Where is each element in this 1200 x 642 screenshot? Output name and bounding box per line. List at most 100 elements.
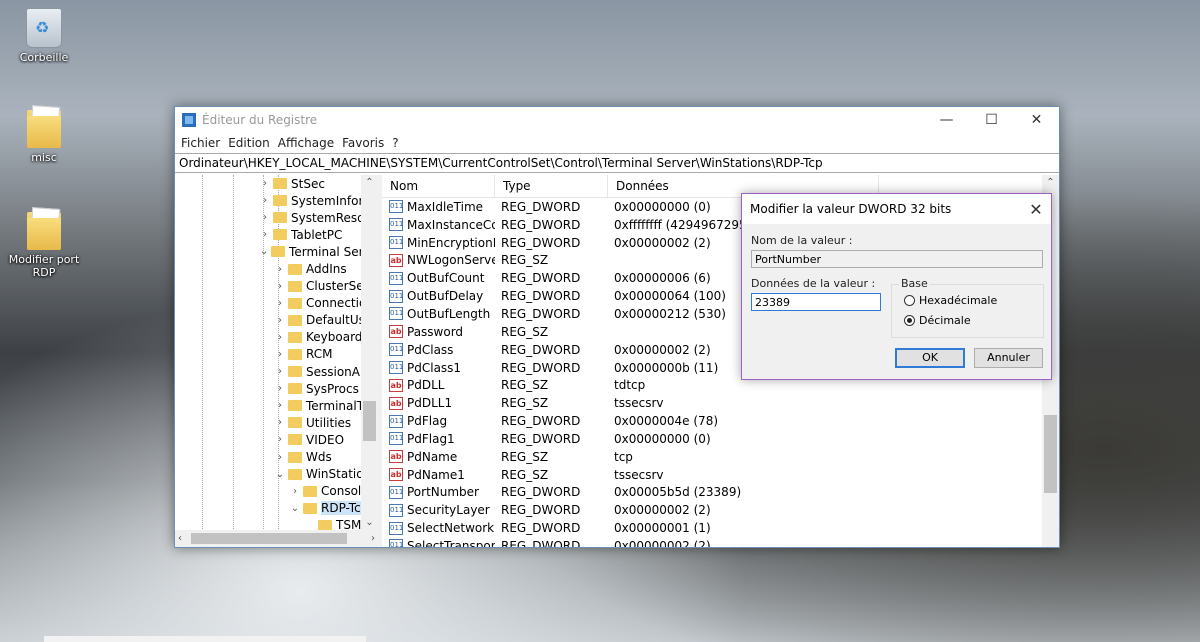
chevron-right-icon[interactable]: ›: [259, 178, 271, 189]
chevron-down-icon[interactable]: ⌄: [259, 246, 269, 257]
dialog-close-button[interactable]: ✕: [1021, 200, 1051, 219]
chevron-right-icon[interactable]: ›: [274, 383, 286, 394]
tree-item[interactable]: › Console: [175, 483, 378, 500]
radio-hexadecimal[interactable]: Hexadécimale: [904, 294, 997, 307]
column-header-type[interactable]: Type: [495, 175, 608, 197]
tree-item[interactable]: › AddIns: [175, 260, 378, 277]
tree-item-label: StSec: [291, 176, 325, 191]
menu-favoris[interactable]: Favoris: [338, 136, 388, 150]
tree-item[interactable]: ⌄ RDP-Tcp: [175, 500, 378, 517]
chevron-right-icon[interactable]: ›: [259, 195, 271, 206]
chevron-right-icon[interactable]: ›: [274, 298, 286, 309]
dialog-title-bar[interactable]: Modifier la valeur DWORD 32 bits ✕: [742, 194, 1051, 224]
chevron-right-icon[interactable]: ›: [259, 212, 271, 223]
list-item[interactable]: ab PdDLL1 REG_SZ tssecsrv: [382, 394, 1059, 412]
menu-affichage[interactable]: Affichage: [274, 136, 338, 150]
close-button[interactable]: ✕: [1014, 107, 1059, 133]
list-item[interactable]: ab PdName1 REG_SZ tssecsrv: [382, 466, 1059, 484]
tree-item[interactable]: ⌄ Terminal Serve: [175, 243, 378, 260]
column-header-name[interactable]: Nom: [382, 175, 495, 197]
scrollbar-thumb[interactable]: [1044, 415, 1057, 493]
desktop-icon-misc[interactable]: misc: [4, 110, 84, 164]
folder-icon: [27, 212, 61, 250]
desktop-icon-modifier-port-rdp[interactable]: Modifier port RDP: [4, 212, 84, 279]
scrollbar-thumb[interactable]: [191, 533, 347, 544]
ok-button[interactable]: OK: [895, 348, 965, 368]
value-name: NWLogonServer: [407, 253, 495, 268]
title-bar[interactable]: Éditeur du Registre — ☐ ✕: [175, 107, 1059, 133]
chevron-right-icon[interactable]: ›: [274, 332, 286, 343]
tree-item[interactable]: › ClusterSetti: [175, 278, 378, 295]
tree-item[interactable]: › SystemInform: [175, 192, 378, 209]
scroll-up-icon[interactable]: ⌃: [361, 177, 378, 188]
list-item[interactable]: 011 SelectTransport REG_DWORD 0x00000002 (2…: [382, 537, 1059, 547]
tree-item[interactable]: › StSec: [175, 175, 378, 192]
chevron-right-icon[interactable]: ›: [274, 434, 286, 445]
tree-item[interactable]: › Connection: [175, 295, 378, 312]
binary-value-icon: 011: [389, 414, 403, 428]
menu-fichier[interactable]: Fichier: [177, 136, 224, 150]
list-item[interactable]: 011 SecurityLayer REG_DWORD 0x00000002 (2): [382, 501, 1059, 519]
tree-item[interactable]: › Utilities: [175, 414, 378, 431]
maximize-button[interactable]: ☐: [969, 107, 1014, 133]
tree-item[interactable]: › TerminalTy: [175, 397, 378, 414]
value-data: 0x00000064 (100): [614, 289, 726, 304]
tree-item[interactable]: › SessionArb: [175, 363, 378, 380]
chevron-down-icon[interactable]: ⌄: [274, 469, 286, 480]
list-item[interactable]: 011 PdFlag REG_DWORD 0x0000004e (78): [382, 412, 1059, 430]
chevron-right-icon[interactable]: ›: [289, 486, 301, 497]
folder-icon: [288, 451, 302, 463]
tree-vertical-scrollbar[interactable]: ⌃ ⌄: [361, 175, 378, 530]
edit-dword-dialog: Modifier la valeur DWORD 32 bits ✕ Nom d…: [741, 193, 1052, 380]
list-item[interactable]: 011 PdFlag1 REG_DWORD 0x00000000 (0): [382, 430, 1059, 448]
scroll-up-icon[interactable]: ⌃: [1042, 177, 1059, 188]
chevron-right-icon[interactable]: ›: [259, 229, 271, 240]
list-item[interactable]: 011 PortNumber REG_DWORD 0x00005b5d (23389): [382, 484, 1059, 502]
tree-item[interactable]: › SysProcs: [175, 380, 378, 397]
tree-item[interactable]: › DefaultUser: [175, 312, 378, 329]
chevron-right-icon[interactable]: ›: [274, 315, 286, 326]
desktop-icon-label: Corbeille: [19, 51, 69, 64]
tree-item[interactable]: › VIDEO: [175, 431, 378, 448]
value-data: 0x00000000 (0): [614, 431, 711, 446]
value-name: PdName1: [407, 467, 465, 482]
menu-help[interactable]: ?: [388, 136, 402, 150]
list-item[interactable]: ab PdName REG_SZ tcp: [382, 448, 1059, 466]
tree-item-label: RCM: [306, 347, 333, 362]
tree-item[interactable]: › RCM: [175, 346, 378, 363]
binary-value-icon: 011: [389, 200, 403, 214]
folder-icon: [288, 263, 302, 275]
tree-horizontal-scrollbar[interactable]: ‹ ›: [175, 530, 378, 547]
address-bar[interactable]: Ordinateur\HKEY_LOCAL_MACHINE\SYSTEM\Cur…: [175, 153, 1059, 173]
value-data-input[interactable]: 23389: [751, 293, 881, 311]
scroll-right-icon[interactable]: ›: [371, 533, 375, 544]
chevron-right-icon[interactable]: ›: [274, 349, 286, 360]
tree-item[interactable]: › KeyboardTy: [175, 329, 378, 346]
cancel-button[interactable]: Annuler: [974, 348, 1043, 368]
chevron-right-icon[interactable]: ›: [274, 417, 286, 428]
value-type: REG_SZ: [501, 378, 549, 393]
chevron-right-icon[interactable]: ›: [274, 281, 286, 292]
chevron-down-icon[interactable]: ⌄: [289, 503, 301, 514]
radio-hexadecimal-label: Hexadécimale: [919, 294, 998, 307]
chevron-right-icon[interactable]: ›: [274, 452, 286, 463]
value-data: 0x00000002 (2): [614, 503, 711, 518]
value-name: PdFlag1: [407, 431, 455, 446]
minimize-button[interactable]: —: [924, 107, 969, 133]
menu-bar: Fichier Edition Affichage Favoris ?: [175, 133, 1059, 153]
desktop-icon-recycle-bin[interactable]: Corbeille: [4, 8, 84, 64]
chevron-right-icon[interactable]: ›: [274, 366, 286, 377]
tree-item[interactable]: › TabletPC: [175, 226, 378, 243]
tree-item[interactable]: › SystemResour: [175, 209, 378, 226]
binary-value-icon: 011: [389, 521, 403, 535]
chevron-right-icon[interactable]: ›: [274, 264, 286, 275]
list-item[interactable]: 011 SelectNetworkD... REG_DWORD 0x00000001 …: [382, 519, 1059, 537]
tree-item[interactable]: › Wds: [175, 449, 378, 466]
radio-decimal[interactable]: Décimale: [904, 314, 971, 327]
chevron-right-icon[interactable]: ›: [274, 400, 286, 411]
menu-edition[interactable]: Edition: [224, 136, 274, 150]
scroll-left-icon[interactable]: ‹: [178, 533, 182, 544]
scroll-down-icon[interactable]: ⌄: [361, 517, 378, 528]
tree-item[interactable]: ⌄ WinStation: [175, 466, 378, 483]
scrollbar-thumb[interactable]: [363, 401, 376, 441]
